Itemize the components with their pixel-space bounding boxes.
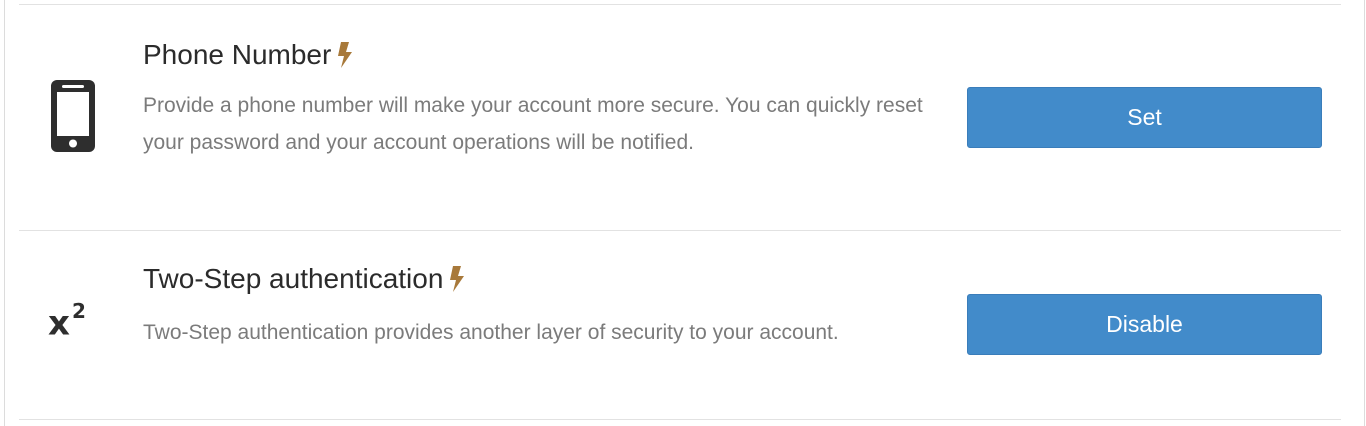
lightning-bolt-icon xyxy=(449,265,465,293)
security-settings-panel: Phone Number Provide a phone number will… xyxy=(4,0,1365,426)
phone-number-title: Phone Number xyxy=(143,38,353,72)
x2-exponent: 2 xyxy=(71,299,86,323)
lightning-bolt-icon xyxy=(337,41,353,69)
phone-number-row: Phone Number Provide a phone number will… xyxy=(5,5,1366,230)
superscript-x2-icon: x2 xyxy=(48,301,86,344)
bottom-divider xyxy=(19,419,1341,420)
x2-base: x xyxy=(48,303,70,344)
two-step-auth-title: Two-Step authentication xyxy=(143,262,465,296)
set-phone-number-button[interactable]: Set xyxy=(967,87,1322,148)
phone-number-description: Provide a phone number will make your ac… xyxy=(143,94,923,154)
disable-two-step-button[interactable]: Disable xyxy=(967,294,1322,355)
smartphone-icon xyxy=(50,79,96,153)
two-step-auth-row: x2 Two-Step authentication Two-Step auth… xyxy=(5,231,1366,419)
two-step-auth-description: Two-Step authentication provides another… xyxy=(143,321,839,344)
two-step-auth-title-text: Two-Step authentication xyxy=(143,263,444,294)
phone-number-title-text: Phone Number xyxy=(143,39,332,70)
